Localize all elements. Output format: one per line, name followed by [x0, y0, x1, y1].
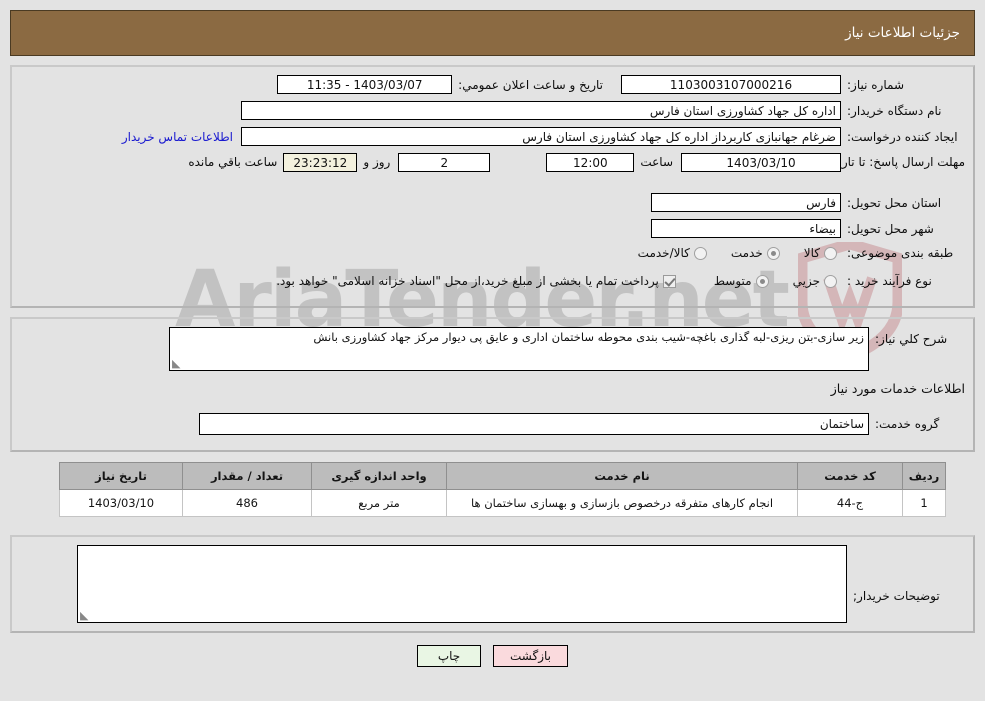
back-button[interactable]: بازگشت — [493, 645, 568, 667]
col-header-name: نام خدمت — [446, 462, 798, 490]
page-title: جزئیات اطلاعات نیاز — [845, 25, 960, 41]
page-title-bar: جزئیات اطلاعات نیاز — [10, 10, 975, 56]
process-label: نوع فرآیند خرید : — [847, 274, 932, 288]
cell-row-number: 1 — [902, 489, 946, 517]
process-option-label: متوسط — [713, 274, 752, 288]
radio-jozi-icon[interactable] — [824, 274, 837, 288]
radio-kala-khedmat-icon[interactable] — [693, 246, 707, 260]
buyer-contact-link[interactable]: اطلاعات تماس خریدار — [122, 130, 233, 144]
category-option-khedmat[interactable]: خدمت — [731, 246, 780, 260]
col-header-row: ردیف — [902, 462, 946, 490]
cell-unit: متر مربع — [311, 489, 447, 517]
deadline-label: مهلت ارسال پاسخ: تا تاریخ: — [826, 155, 965, 169]
resize-grip-icon[interactable]: ◢ — [172, 357, 182, 370]
days-separator-label: روز و — [363, 155, 391, 169]
need-number-input[interactable]: 1103003107000216 — [621, 75, 841, 94]
city-input[interactable]: بیضاء — [651, 219, 841, 238]
buyer-notes-textarea[interactable]: ◢ — [77, 545, 847, 623]
cell-service-code: ج-44 — [797, 489, 903, 517]
countdown-input[interactable]: 23:23:12 — [283, 153, 358, 172]
description-text: زیر سازی-بتن ریزی-لبه گذاری باغچه-شیب بن… — [313, 330, 864, 344]
service-group-input[interactable]: ساختمان — [199, 413, 869, 435]
radio-kala-icon[interactable] — [824, 246, 837, 260]
process-option-label: جزیي — [792, 274, 820, 288]
public-announce-label: تاریخ و ساعت اعلان عمومي: — [458, 77, 603, 92]
requester-input[interactable]: ضرغام جهانبازی کاربرداز اداره کل جهاد کش… — [241, 127, 841, 146]
description-services-panel: شرح کلي نیاز: زیر سازی-بتن ریزی-لبه گذار… — [10, 317, 975, 452]
col-header-date: تاریخ نیاز — [59, 462, 183, 490]
treasury-checkbox-group[interactable]: پرداخت تمام یا بخشی از مبلغ خرید،از محل … — [276, 274, 676, 288]
description-textarea[interactable]: زیر سازی-بتن ریزی-لبه گذاری باغچه-شیب بن… — [169, 327, 869, 371]
cell-quantity: 486 — [182, 489, 312, 517]
deadline-hour-input[interactable]: 12:00 — [546, 153, 635, 172]
city-label: شهر محل تحویل: — [847, 221, 934, 236]
process-option-motevaset[interactable]: متوسط — [714, 274, 769, 288]
hour-label: ساعت — [640, 155, 673, 169]
category-option-label: خدمت — [730, 246, 763, 260]
service-group-label: گروه خدمت: — [875, 417, 940, 431]
treasury-checkbox-icon[interactable] — [662, 274, 676, 288]
public-announce-input[interactable]: 1403/03/07 - 11:35 — [277, 75, 453, 94]
services-table-container: ردیف کد خدمت نام خدمت واحد اندازه گیری ت… — [10, 460, 975, 526]
province-label: استان محل تحویل: — [847, 195, 942, 210]
table-row: 1 ج-44 انجام کارهای متفرقه درخصوص بازساز… — [59, 489, 946, 517]
deadline-date-input[interactable]: 1403/03/10 — [681, 153, 841, 172]
col-header-unit: واحد اندازه گیری — [311, 462, 447, 490]
countdown-label: ساعت باقي مانده — [188, 155, 278, 169]
treasury-checkbox-label: پرداخت تمام یا بخشی از مبلغ خرید،از محل … — [276, 274, 659, 288]
services-section-heading: اطلاعات خدمات مورد نیاز — [830, 381, 965, 396]
process-option-jozi[interactable]: جزیي — [793, 274, 837, 288]
radio-motevaset-icon[interactable] — [755, 274, 769, 288]
buyer-notes-label: توضیحات خریدار; — [853, 589, 940, 603]
category-option-label: کالا — [803, 246, 820, 260]
resize-grip-icon[interactable]: ◢ — [80, 609, 90, 622]
need-info-panel: شماره نیاز: 1103003107000216 تاریخ و ساع… — [10, 65, 975, 308]
need-number-label: شماره نیاز: — [847, 77, 904, 92]
category-label: طبقه بندی موضوعی: — [847, 246, 954, 260]
buyer-notes-panel: توضیحات خریدار; ◢ — [10, 535, 975, 633]
province-input[interactable]: فارس — [651, 193, 841, 212]
print-button[interactable]: چاپ — [417, 645, 481, 667]
remaining-days-input[interactable]: 2 — [398, 153, 491, 172]
footer-button-bar: بازگشت چاپ — [0, 645, 985, 667]
col-header-code: کد خدمت — [797, 462, 903, 490]
category-option-label: کالا/خدمت — [637, 246, 690, 260]
buyer-org-input[interactable]: اداره کل جهاد کشاورزی استان فارس — [241, 101, 841, 120]
category-option-kala[interactable]: کالا — [804, 246, 837, 260]
requester-label: ایجاد کننده درخواست: — [847, 129, 958, 144]
cell-service-name: انجام کارهای متفرقه درخصوص بازسازی و بهس… — [446, 489, 798, 517]
table-header-row: ردیف کد خدمت نام خدمت واحد اندازه گیری ت… — [59, 462, 946, 490]
buyer-org-label: نام دستگاه خریدار: — [847, 103, 942, 118]
category-option-kala-khedmat[interactable]: کالا/خدمت — [638, 246, 707, 260]
col-header-qty: تعداد / مقدار — [182, 462, 312, 490]
radio-khedmat-icon[interactable] — [766, 246, 780, 260]
description-label: شرح کلي نیاز: — [875, 332, 948, 346]
services-table: ردیف کد خدمت نام خدمت واحد اندازه گیری ت… — [59, 462, 946, 517]
cell-need-date: 1403/03/10 — [59, 489, 183, 517]
